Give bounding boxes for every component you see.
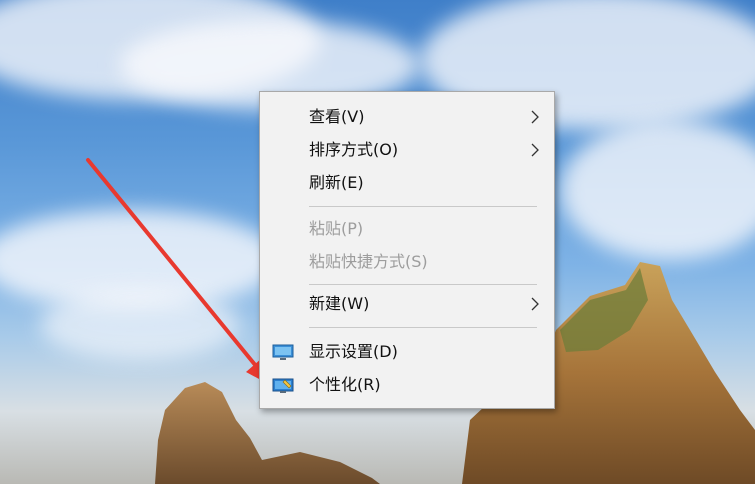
chevron-right-icon xyxy=(531,110,539,124)
personalize-icon xyxy=(272,378,294,393)
menu-item-refresh[interactable]: 刷新(E) xyxy=(260,166,554,199)
menu-item-label: 排序方式(O) xyxy=(309,140,399,159)
menu-item-label: 刷新(E) xyxy=(309,173,364,192)
menu-item-paste-shortcut: 粘贴快捷方式(S) xyxy=(260,245,554,278)
display-settings-icon xyxy=(272,344,294,360)
menu-item-label: 个性化(R) xyxy=(309,375,381,394)
menu-item-label: 显示设置(D) xyxy=(309,342,398,361)
menu-item-label: 新建(W) xyxy=(309,294,370,313)
desktop-context-menu: 查看(V) 排序方式(O) 刷新(E) 粘贴(P) 粘贴快捷方式(S) 新建(W… xyxy=(259,91,555,409)
menu-item-new[interactable]: 新建(W) xyxy=(260,287,554,320)
chevron-right-icon xyxy=(531,297,539,311)
menu-item-display-settings[interactable]: 显示设置(D) xyxy=(260,335,554,368)
menu-item-label: 查看(V) xyxy=(309,107,365,126)
menu-item-sort-by[interactable]: 排序方式(O) xyxy=(260,133,554,166)
menu-item-paste: 粘贴(P) xyxy=(260,212,554,245)
menu-item-personalize[interactable]: 个性化(R) xyxy=(260,368,554,401)
menu-item-label: 粘贴(P) xyxy=(309,219,364,238)
chevron-right-icon xyxy=(531,143,539,157)
menu-separator xyxy=(309,327,537,328)
menu-item-label: 粘贴快捷方式(S) xyxy=(309,252,428,271)
menu-separator xyxy=(309,284,537,285)
menu-separator xyxy=(309,206,537,207)
menu-item-view[interactable]: 查看(V) xyxy=(260,100,554,133)
